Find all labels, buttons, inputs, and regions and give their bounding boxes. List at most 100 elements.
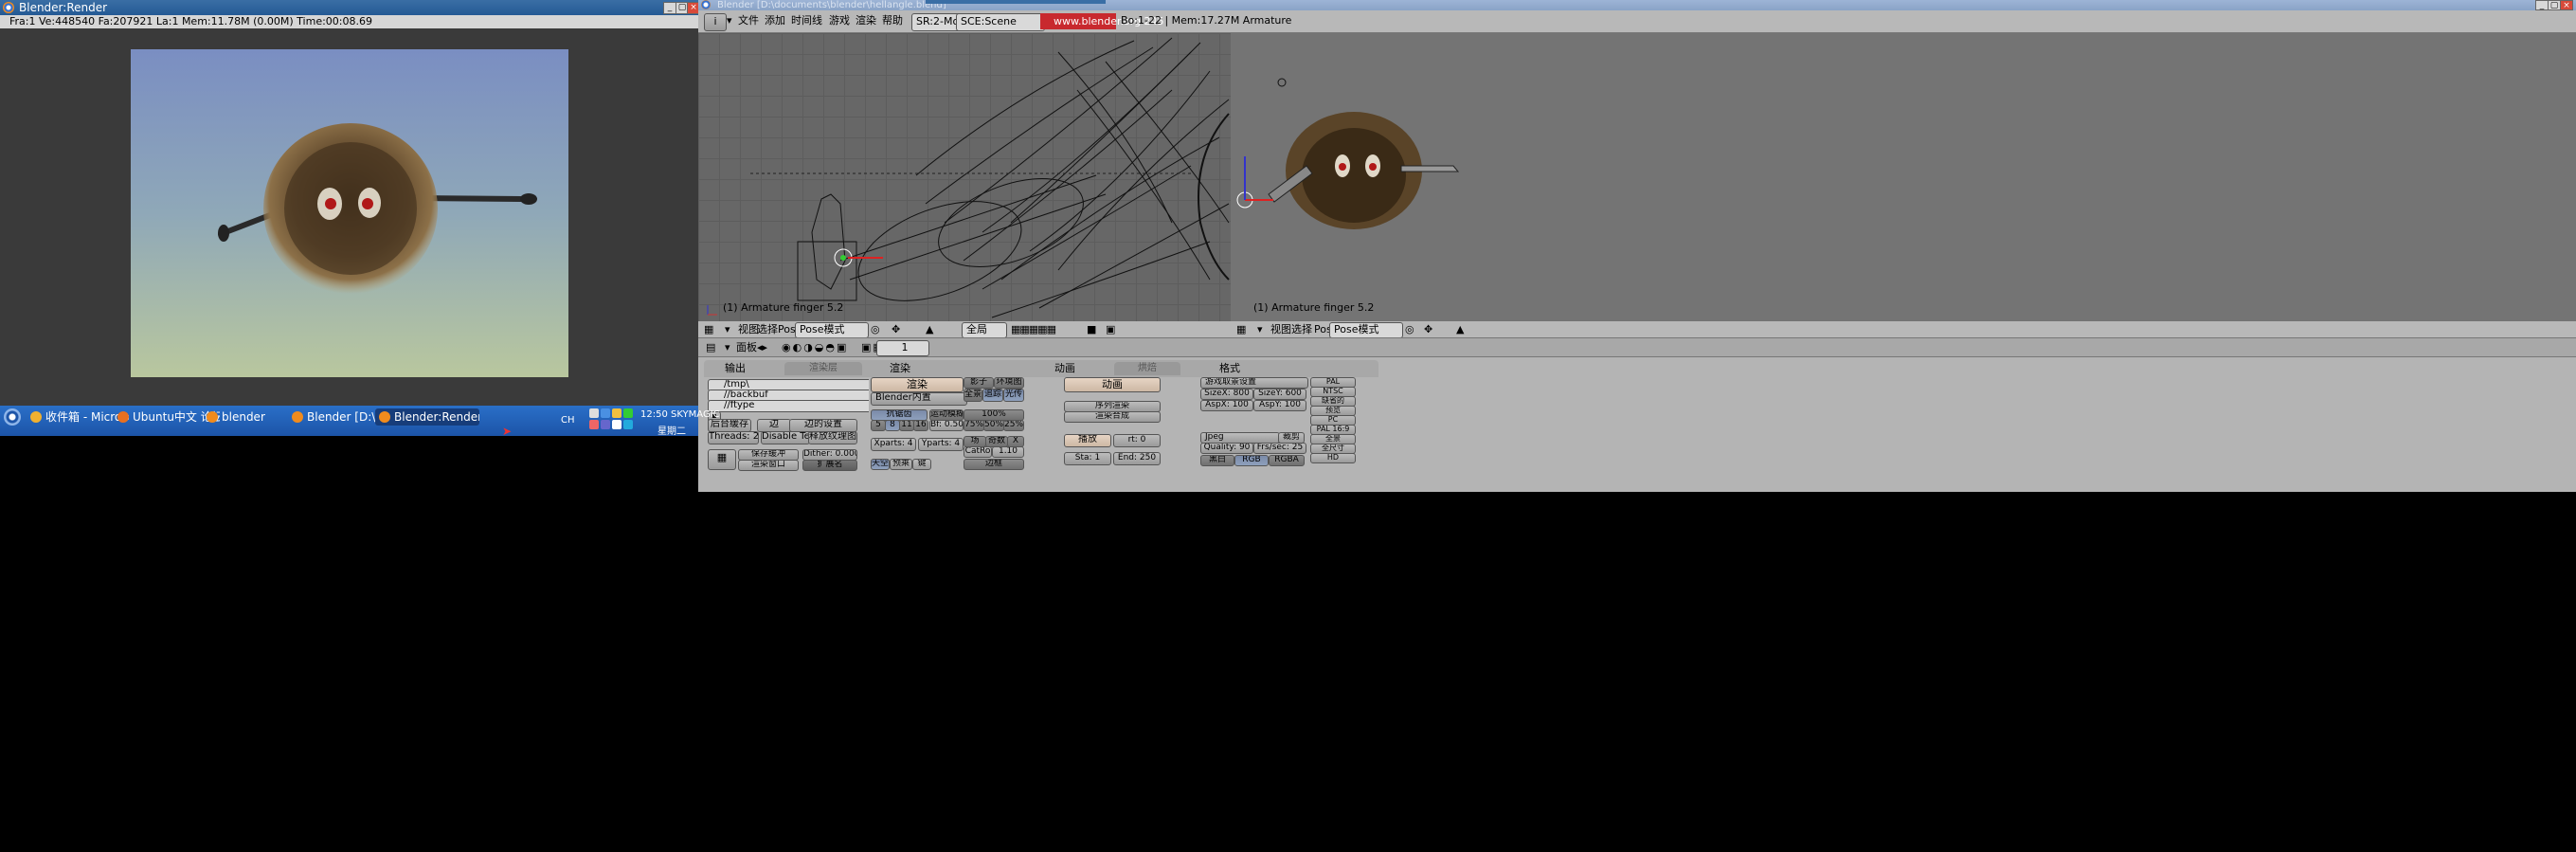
lock-icon[interactable]: ■ — [1087, 323, 1096, 336]
render-panel-title[interactable]: 渲染 — [869, 360, 1051, 377]
task-blender-render[interactable]: Blender:Render — [375, 408, 479, 426]
clock[interactable]: 12:50 SKYMAGIC — [640, 409, 720, 420]
tray-icon-6[interactable] — [601, 420, 610, 429]
layers-icon[interactable]: ▦▦▦▦▦ — [1011, 323, 1056, 336]
pano-toggle[interactable]: 全景 — [964, 389, 982, 402]
filter-select[interactable]: CatRo — [964, 446, 992, 458]
render-window-select[interactable]: 渲染窗口 — [738, 460, 799, 471]
menu-timeline[interactable]: 时间线 — [791, 14, 822, 27]
maximize-icon[interactable]: ▢ — [2548, 0, 2561, 10]
tray-icon-3[interactable] — [612, 408, 621, 418]
tray-icon-8[interactable] — [623, 420, 633, 429]
tray-icon-1[interactable] — [589, 408, 599, 418]
context-icons[interactable]: ◉◐◑◒◓▣ — [782, 341, 848, 354]
bake-tab[interactable]: 烘焙 — [1114, 362, 1180, 375]
osa-8[interactable]: 8 — [885, 420, 900, 431]
viewport-3d-right[interactable]: (1) Armature finger 5.2 — [1231, 33, 2576, 321]
raytrace-toggle[interactable]: 追踪 — [982, 389, 1003, 402]
extensions-button[interactable]: 扩展名 — [802, 460, 857, 471]
shadow-toggle[interactable]: 影子 — [964, 377, 994, 389]
close-icon[interactable]: × — [2560, 0, 2573, 10]
viewport-3d-left[interactable]: (1) Armature finger 5.2 — [698, 33, 1231, 321]
translate-icon[interactable]: ▲ — [926, 323, 933, 336]
menu-collapse-icon[interactable]: ▾ — [727, 14, 732, 27]
tray-icon-7[interactable] — [612, 420, 621, 429]
yparts-field[interactable]: Yparts: 4 — [918, 438, 964, 451]
key-toggle[interactable]: 键 — [912, 459, 931, 470]
pivot-icon[interactable]: ◎ — [871, 323, 880, 336]
tray-icon-5[interactable] — [589, 420, 599, 429]
fps-field[interactable]: Frs/sec: 25 — [1253, 443, 1306, 454]
panels-menu[interactable]: 面板 — [736, 341, 757, 354]
format-panel-title[interactable]: 格式 — [1198, 360, 1378, 377]
edge-settings-button[interactable]: 边的设置 — [789, 419, 857, 432]
percent-50[interactable]: 50% — [983, 420, 1004, 431]
backbuf-button[interactable]: 后台缓存 — [708, 419, 751, 432]
menu-game[interactable]: 游戏 — [829, 14, 850, 27]
tray-icon-4[interactable] — [623, 408, 633, 418]
aspx-field[interactable]: AspX: 100 — [1200, 400, 1253, 411]
mode-select[interactable]: Pose模式 — [795, 322, 869, 337]
edge-button[interactable]: 边 — [757, 419, 791, 432]
scene-selector[interactable]: SCE:Scene — [956, 13, 1045, 31]
bf-field[interactable]: Bf: 0.50 — [929, 420, 964, 431]
osa-11[interactable]: 11 — [899, 420, 914, 431]
menu-collapse-icon[interactable]: ▾ — [725, 323, 730, 336]
free-tex-button[interactable]: 释放纹理图像 — [808, 431, 857, 444]
ftype-path-field[interactable]: //ftype — [708, 400, 876, 412]
menu-select[interactable]: 选择 — [757, 323, 778, 336]
menu-select[interactable]: 选择 — [1291, 323, 1312, 336]
start-frame-field[interactable]: Sta: 1 — [1064, 452, 1111, 465]
xparts-field[interactable]: Xparts: 4 — [871, 438, 916, 451]
percent-25[interactable]: 25% — [1003, 420, 1024, 431]
render-window-titlebar[interactable]: Blender:Render _ ▢ × — [0, 0, 698, 15]
orientation-select[interactable]: 全局 — [962, 322, 1007, 337]
border-toggle[interactable]: 边框 — [964, 459, 1024, 470]
preset-hd[interactable]: HD — [1310, 453, 1356, 463]
filter-size-field[interactable]: 1.10 — [992, 446, 1024, 458]
percent-75[interactable]: 75% — [964, 420, 984, 431]
osa-5[interactable]: 5 — [871, 420, 886, 431]
tray-icon-2[interactable] — [601, 408, 610, 418]
bw-toggle[interactable]: 黑白 — [1200, 455, 1234, 466]
sizey-field[interactable]: SizeY: 600 — [1253, 389, 1306, 400]
quality-field[interactable]: Quality: 90 — [1200, 443, 1253, 454]
grid-icon[interactable]: ▦ — [1236, 323, 1246, 336]
menu-file[interactable]: 文件 — [738, 14, 759, 27]
minimize-icon[interactable]: _ — [663, 2, 676, 14]
end-frame-field[interactable]: End: 250 — [1113, 452, 1161, 465]
menu-collapse-icon[interactable]: ▾ — [725, 341, 730, 354]
rt-field[interactable]: rt: 0 — [1113, 434, 1161, 447]
osa-16[interactable]: 16 — [913, 420, 928, 431]
render-icon[interactable]: ▣ — [1106, 323, 1115, 336]
play-button[interactable]: 播放 — [1064, 434, 1111, 447]
language-indicator[interactable]: CH — [561, 415, 575, 426]
premul-toggle[interactable]: 预乘 — [890, 459, 912, 470]
grid-icon[interactable]: ▦ — [704, 323, 713, 336]
compositor-toggle[interactable]: 渲染合成 — [1064, 411, 1161, 423]
disable-tex-button[interactable]: Disable Tex — [761, 431, 810, 444]
radiosity-toggle[interactable]: 光传 — [1003, 389, 1024, 402]
render-layers-tab[interactable]: 渲染层 — [784, 362, 862, 375]
panels-arrows-icon[interactable]: ◂▸ — [757, 341, 767, 354]
mode-select[interactable]: Pose模式 — [1329, 322, 1403, 337]
render-button[interactable]: 渲染 — [871, 377, 964, 392]
envmap-toggle[interactable]: 环境图 — [994, 377, 1024, 389]
rgb-toggle[interactable]: RGB — [1234, 455, 1269, 466]
menu-help[interactable]: 帮助 — [882, 14, 903, 27]
menu-view[interactable]: 视图 — [738, 323, 759, 336]
translate-icon[interactable]: ▲ — [1456, 323, 1464, 336]
website-link[interactable]: www.blender.org 245 — [1040, 13, 1164, 29]
start-button-icon[interactable] — [4, 408, 21, 426]
game-framing-button[interactable]: 游戏取景设置 — [1200, 377, 1308, 389]
menu-view[interactable]: 视图 — [1270, 323, 1291, 336]
close-icon[interactable]: × — [687, 2, 698, 14]
manipulator-icon[interactable]: ✥ — [892, 323, 900, 336]
pivot-icon[interactable]: ◎ — [1405, 323, 1414, 336]
rgba-toggle[interactable]: RGBA — [1269, 455, 1305, 466]
menu-collapse-icon[interactable]: ▾ — [1257, 323, 1263, 336]
sky-toggle[interactable]: 天空 — [871, 459, 890, 470]
frame-field[interactable]: 1 — [876, 340, 929, 356]
info-window-type-icon[interactable]: i — [704, 13, 727, 31]
menu-render[interactable]: 渲染 — [856, 14, 876, 27]
